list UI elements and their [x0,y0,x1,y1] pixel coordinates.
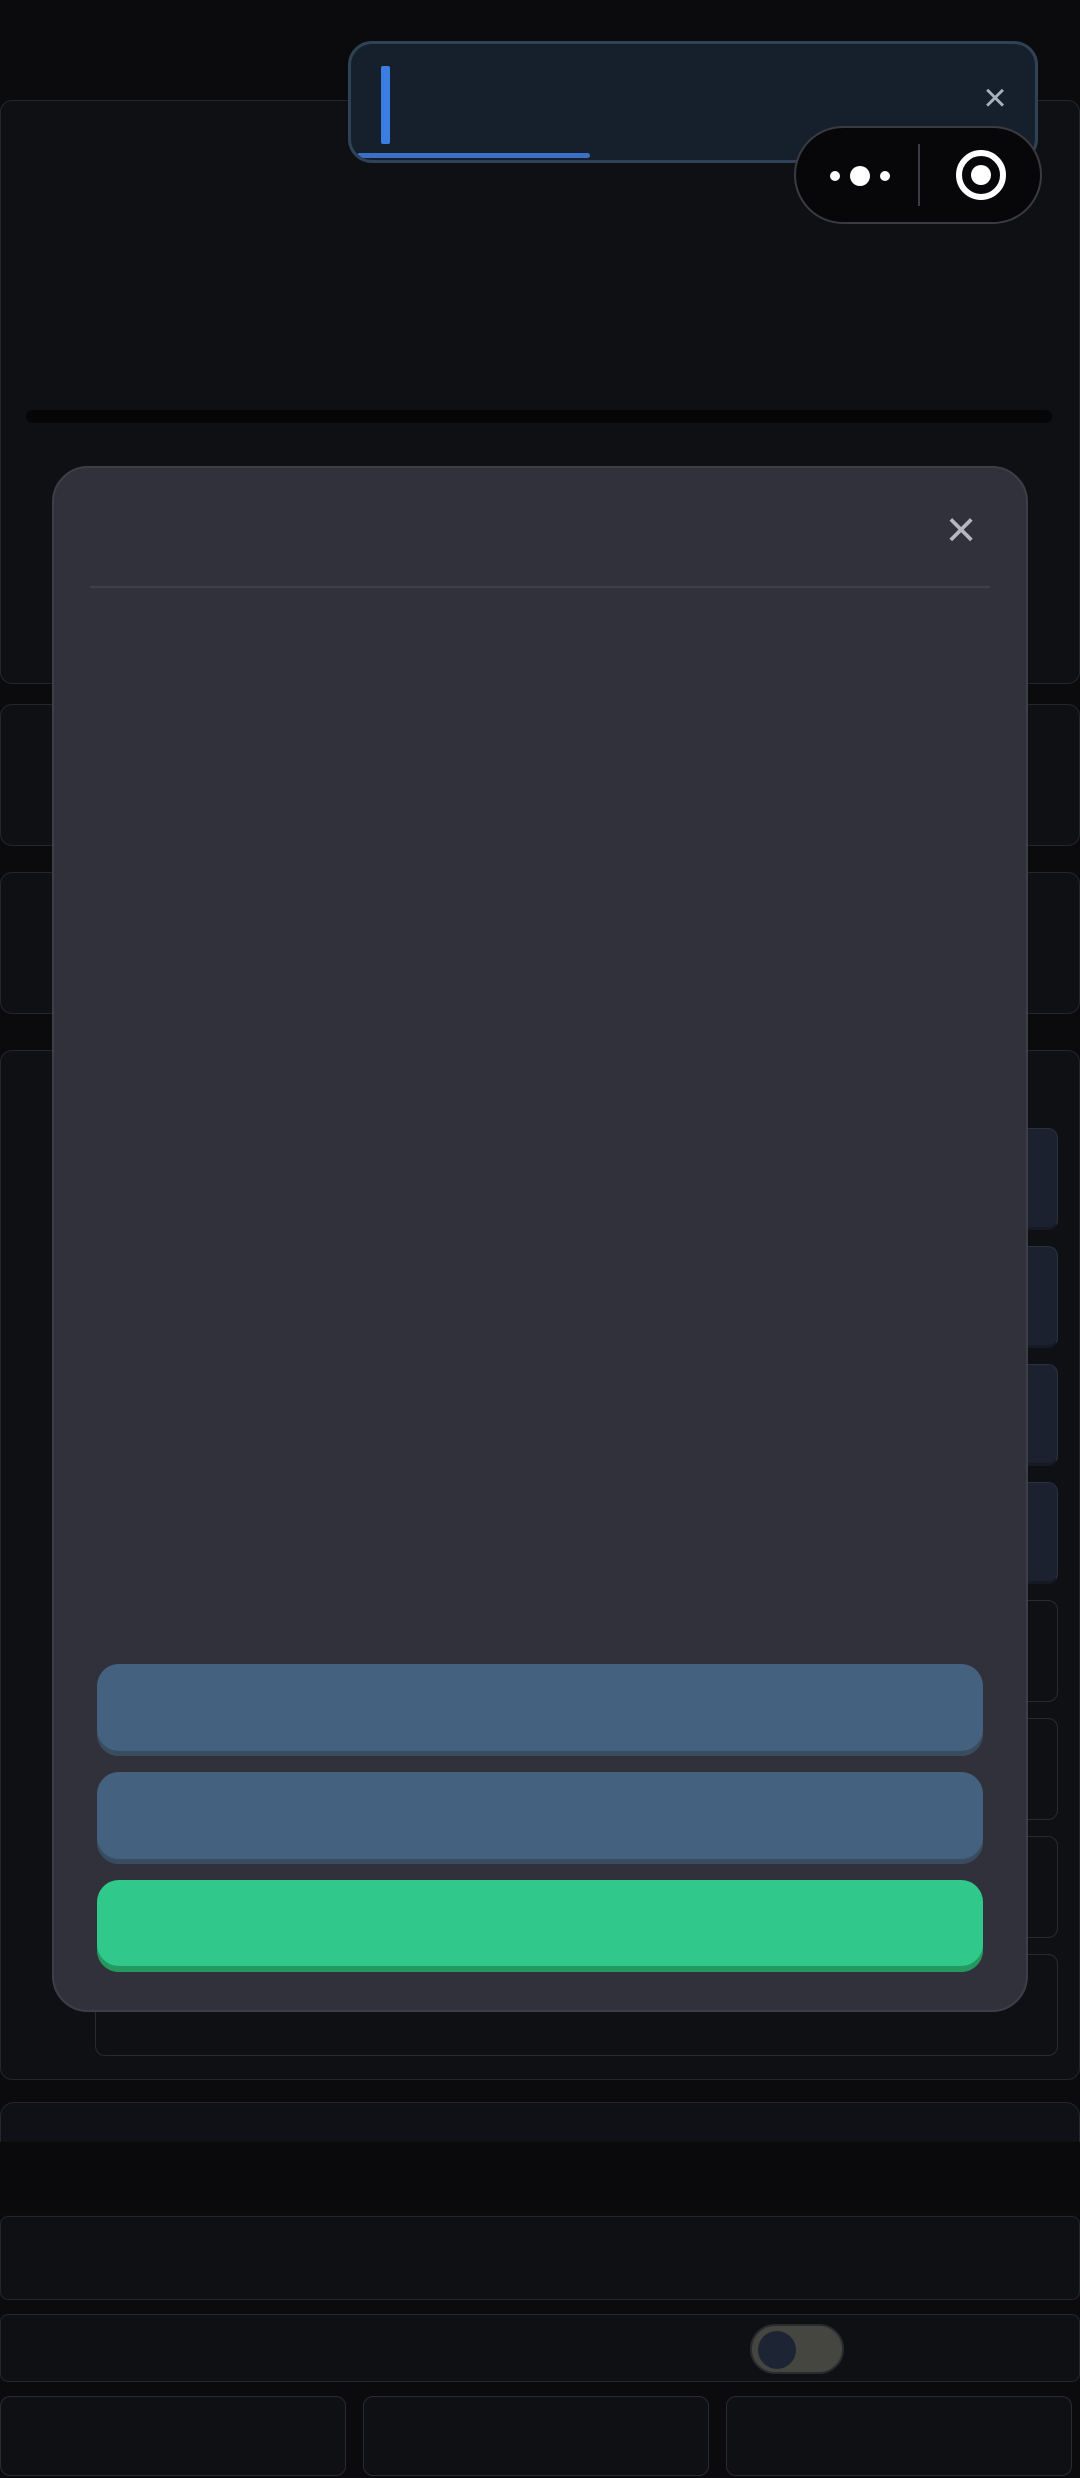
settings-row-toggle [0,2314,1080,2382]
text-cursor [381,66,390,144]
modal-dialog: × [52,466,1028,2012]
capsule-divider [918,144,920,206]
background-section-header [0,2102,1080,2142]
more-dots-icon[interactable] [830,166,890,186]
background-section-gap [0,2142,1080,2212]
settings-row[interactable] [0,2216,1080,2300]
notification-progress-bar [357,153,590,158]
toggle-switch[interactable] [750,2324,844,2374]
toggle-knob [758,2331,796,2369]
modal-button-secondary[interactable] [97,1772,983,1864]
close-icon[interactable]: × [941,504,981,556]
record-target-icon[interactable] [956,150,1006,200]
menu-capsule [794,126,1042,224]
modal-button-primary[interactable] [97,1664,983,1756]
close-icon[interactable]: × [979,78,1011,118]
bottom-tab-button[interactable] [363,2396,709,2476]
modal-divider [90,586,990,588]
bottom-tab-button[interactable] [0,2396,346,2476]
background-divider [26,410,1052,423]
modal-button-confirm[interactable] [97,1880,983,1972]
bottom-tab-button[interactable] [726,2396,1072,2476]
